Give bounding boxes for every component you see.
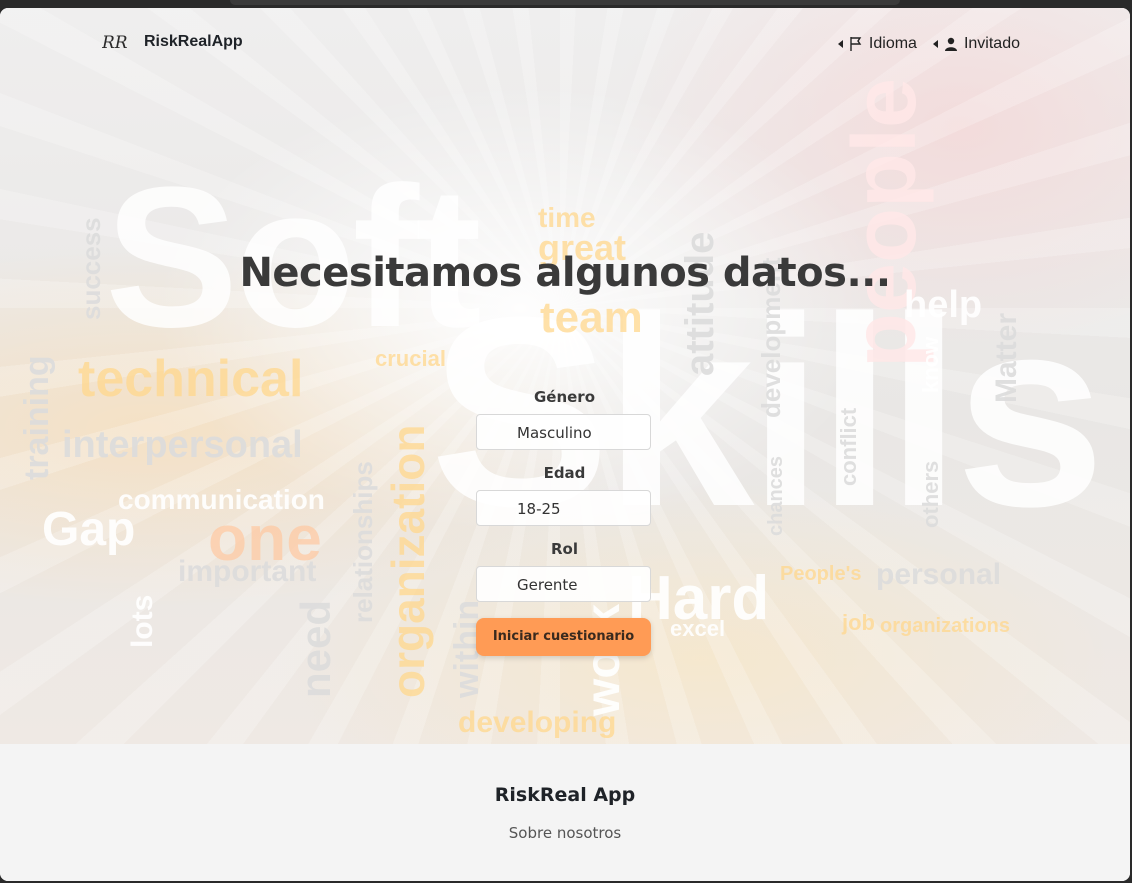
- riskreal-logo-icon: RR: [102, 33, 128, 52]
- user-icon: [944, 37, 957, 51]
- flag-icon: [850, 37, 862, 51]
- footer-title: RiskReal App: [494, 784, 636, 806]
- browser-window: Soft Skills people technical interperson…: [0, 8, 1130, 881]
- age-select[interactable]: 18-25: [476, 490, 651, 526]
- language-menu[interactable]: Idioma: [837, 35, 917, 53]
- brand[interactable]: RR RiskRealApp: [102, 32, 243, 52]
- hero-section: Soft Skills people technical interperson…: [0, 8, 1130, 744]
- svg-text:RR: RR: [102, 33, 128, 52]
- window-top-strip: [230, 0, 900, 5]
- gender-select[interactable]: Masculino: [476, 414, 651, 450]
- profile-form: Género Masculino Edad 18-25 Rol Gerente …: [476, 388, 653, 656]
- start-questionnaire-button[interactable]: Iniciar cuestionario: [476, 618, 651, 656]
- user-menu[interactable]: Invitado: [932, 35, 1020, 53]
- brand-name: RiskRealApp: [144, 33, 243, 50]
- nav-right-menu: Idioma Invitado: [837, 35, 1020, 53]
- caret-left-icon: [837, 40, 843, 48]
- gender-label: Género: [533, 388, 596, 406]
- footer: RiskReal App Sobre nosotros: [0, 748, 1130, 881]
- about-us-link[interactable]: Sobre nosotros: [0, 824, 1130, 842]
- age-label: Edad: [543, 464, 586, 482]
- role-select[interactable]: Gerente: [476, 566, 651, 602]
- caret-left-icon: [932, 40, 938, 48]
- role-label: Rol: [551, 540, 578, 558]
- page-title: Necesitamos algunos datos...: [239, 250, 891, 296]
- language-label: Idioma: [868, 35, 917, 52]
- top-navbar: RR RiskRealApp Idioma Invitado: [0, 8, 1130, 80]
- user-label: Invitado: [963, 35, 1020, 52]
